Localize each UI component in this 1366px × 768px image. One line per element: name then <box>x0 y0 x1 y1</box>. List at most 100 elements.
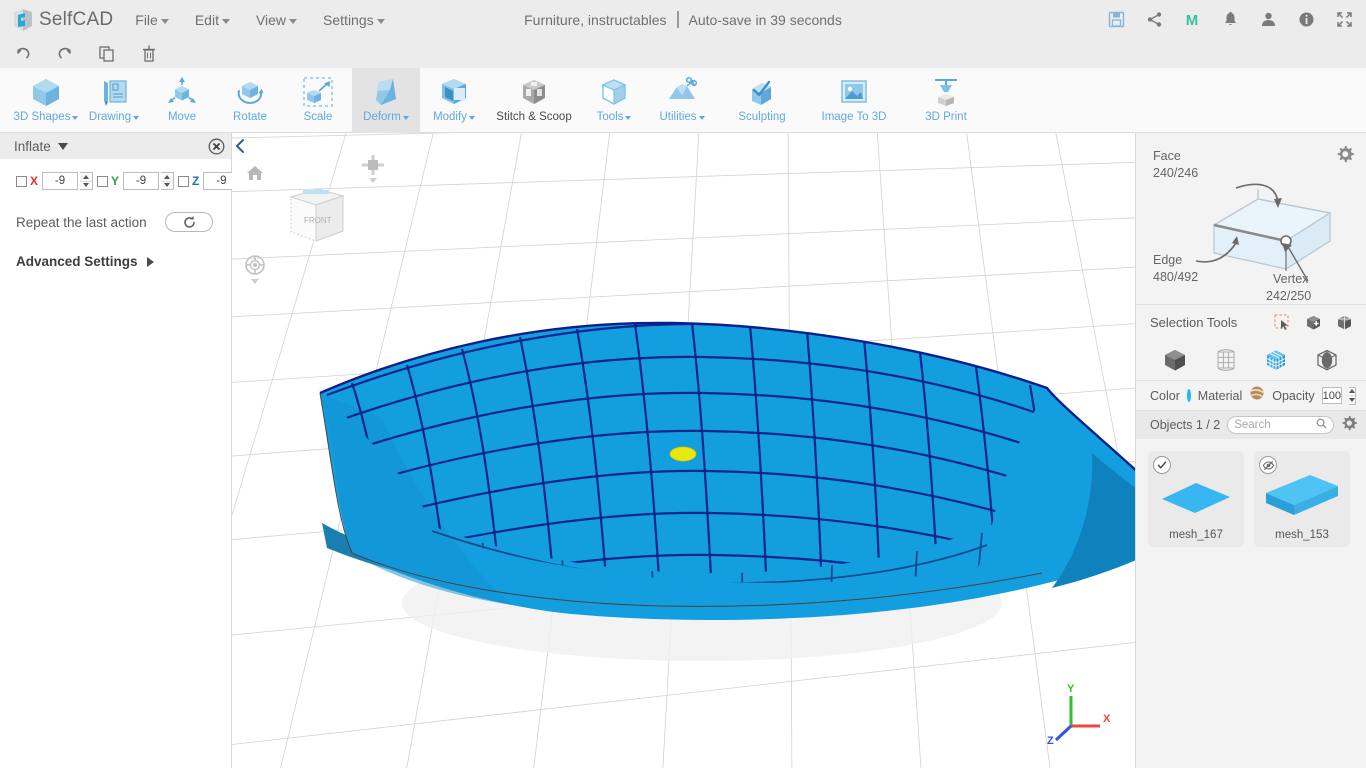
axis-y-input[interactable]: -9 <box>123 172 160 190</box>
ribbon-move-label: Move <box>167 111 197 123</box>
svg-text:M: M <box>1186 12 1199 29</box>
ribbon-tools[interactable]: Tools <box>580 68 648 133</box>
advanced-settings-row[interactable]: Advanced Settings <box>0 232 231 269</box>
ribbon-modify[interactable]: Modify <box>420 68 488 133</box>
fullscreen-icon[interactable] <box>1334 10 1354 30</box>
stepper-down-icon[interactable] <box>161 182 173 190</box>
object-mode-icon[interactable] <box>1162 347 1188 373</box>
ribbon-drawing[interactable]: Drawing <box>80 68 148 133</box>
ribbon-utilities[interactable]: Utilities <box>648 68 716 133</box>
vertex-value: 242/250 <box>1266 289 1312 303</box>
object-card-mesh-167[interactable]: mesh_167 <box>1148 451 1244 547</box>
face-mode-icon[interactable] <box>1263 347 1289 373</box>
vertex-label: Vertex <box>1273 272 1309 286</box>
undo-button[interactable] <box>12 43 34 65</box>
utilities-icon <box>665 74 699 109</box>
delete-button[interactable] <box>138 43 160 65</box>
axis-y-checkbox[interactable] <box>97 175 109 187</box>
ribbon-utilities-label: Utilities <box>659 111 705 123</box>
add-selection-icon[interactable] <box>1303 312 1323 332</box>
opacity-stepper[interactable] <box>1349 386 1356 405</box>
advanced-settings-label: Advanced Settings <box>16 254 138 269</box>
stepper-down-icon[interactable] <box>80 182 92 190</box>
m-logo-icon[interactable]: M <box>1182 10 1202 30</box>
chevron-down-icon <box>698 116 705 120</box>
save-icon[interactable] <box>1106 10 1126 30</box>
close-icon[interactable] <box>208 138 225 155</box>
ribbon-image-to-3d[interactable]: Image To 3D <box>808 68 900 133</box>
axis-y-stepper[interactable] <box>161 172 175 190</box>
drawing-icon <box>97 74 131 109</box>
chevron-down-icon <box>468 116 475 120</box>
menu-item-file[interactable]: File <box>135 12 169 28</box>
menu-item-view[interactable]: View <box>255 11 298 28</box>
axis-x-label: X <box>30 174 39 188</box>
ribbon-deform[interactable]: Deform <box>352 68 420 133</box>
rectangle-select-icon[interactable] <box>1272 312 1292 332</box>
axis-x-checkbox[interactable] <box>16 175 27 187</box>
edge-mode-icon[interactable] <box>1314 347 1340 373</box>
stepper-up-icon[interactable] <box>161 173 174 182</box>
stepper-up-icon[interactable] <box>1349 388 1355 396</box>
cube-icon <box>29 74 63 109</box>
home-view-icon[interactable] <box>245 163 265 183</box>
objects-grid: mesh_167 mesh_153 <box>1136 439 1366 547</box>
ribbon-3d-shapes[interactable]: 3D Shapes <box>12 68 80 133</box>
notifications-bell-icon[interactable] <box>1220 10 1240 30</box>
ribbon-modify-label: Modify <box>433 111 475 123</box>
user-account-icon[interactable] <box>1258 10 1278 30</box>
3d-print-icon <box>929 74 963 109</box>
selection-mode-row <box>1136 339 1366 381</box>
chevron-down-icon <box>133 116 140 120</box>
ribbon-sculpting[interactable]: Sculpting <box>716 68 808 133</box>
share-icon[interactable] <box>1144 10 1164 30</box>
stepper-down-icon[interactable] <box>1349 396 1355 404</box>
stitch-scoop-icon <box>517 74 551 109</box>
stepper-up-icon[interactable] <box>80 173 93 182</box>
tool-panel-title-row[interactable]: Inflate <box>14 139 68 154</box>
objects-header: Objects 1 / 2 Search <box>1136 411 1366 439</box>
object-thumbnail-plane <box>1148 465 1244 523</box>
face-label: Face <box>1153 149 1181 163</box>
3d-viewport[interactable]: FRONT Y X Z <box>232 133 1135 768</box>
menu-item-view-label: View <box>255 11 287 28</box>
menu-item-settings-label: Settings <box>323 11 374 28</box>
objects-settings-gear-icon[interactable] <box>1341 415 1357 436</box>
ribbon-rotate-label: Rotate <box>233 111 267 123</box>
vertex-mode-icon[interactable] <box>1213 347 1239 373</box>
info-icon[interactable] <box>1296 10 1316 30</box>
menu-item-edit[interactable]: Edit <box>195 12 230 28</box>
axis-z-checkbox[interactable] <box>178 175 190 187</box>
chevron-down-icon <box>376 18 385 24</box>
ribbon-scale[interactable]: Scale <box>284 68 352 133</box>
axis-x-stepper[interactable] <box>80 172 94 190</box>
move-icon <box>165 74 199 109</box>
object-name-mesh-153: mesh_153 <box>1275 529 1329 541</box>
object-card-mesh-153[interactable]: mesh_153 <box>1254 451 1350 547</box>
ribbon-3d-print[interactable]: 3D Print <box>900 68 992 133</box>
axis-y-label: Y <box>111 174 120 188</box>
material-sphere-icon[interactable] <box>1249 385 1265 406</box>
copy-button[interactable] <box>96 43 118 65</box>
orbit-view-icon[interactable] <box>244 255 266 285</box>
axis-x-input[interactable]: -9 <box>42 172 79 190</box>
opacity-label: Opacity <box>1272 388 1315 403</box>
color-swatch[interactable] <box>1186 389 1191 402</box>
image-to-3d-icon <box>837 74 871 109</box>
deform-icon <box>369 74 403 109</box>
repeat-action-button[interactable] <box>165 212 213 232</box>
collapse-panel-icon[interactable] <box>234 138 248 154</box>
tool-options-panel: Inflate X -9 Y -9 Z -9 Repeat the last a… <box>0 133 255 768</box>
menu-item-settings[interactable]: Settings <box>323 12 385 28</box>
ribbon-move[interactable]: Move <box>148 68 216 133</box>
material-label: Material <box>1197 388 1243 403</box>
pan-view-icon[interactable] <box>362 155 384 185</box>
ribbon-rotate[interactable]: Rotate <box>216 68 284 133</box>
view-cube[interactable]: FRONT <box>277 175 355 255</box>
ribbon-stitch-and-scoop[interactable]: Stitch & Scoop <box>488 68 580 133</box>
through-selection-icon[interactable] <box>1334 312 1354 332</box>
opacity-input[interactable]: 100 <box>1321 387 1342 404</box>
mesh-object-167[interactable] <box>232 133 1135 768</box>
objects-search-input[interactable]: Search <box>1227 416 1334 434</box>
redo-button[interactable] <box>54 43 76 65</box>
